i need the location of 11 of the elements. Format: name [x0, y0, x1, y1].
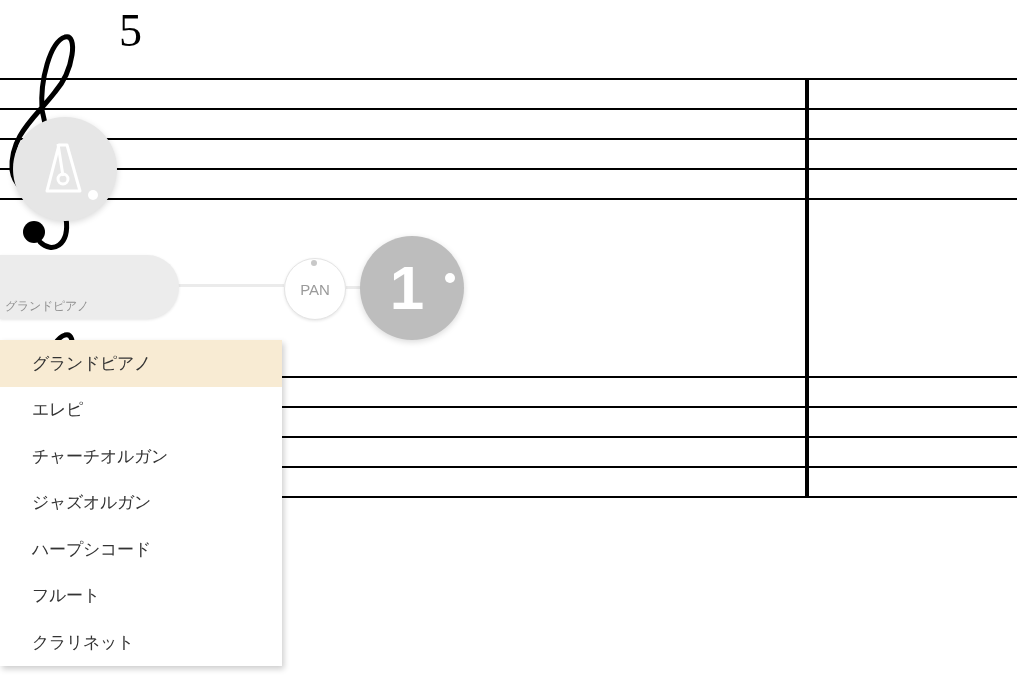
measure-number: 5: [119, 8, 142, 54]
metronome-button[interactable]: [13, 117, 117, 221]
menu-item[interactable]: グランドピアノ: [0, 340, 282, 387]
menu-item[interactable]: チャーチオルガン: [0, 433, 282, 480]
menu-item[interactable]: ハープシコード: [0, 526, 282, 573]
metronome-icon: [45, 143, 82, 193]
knob-marker-icon: [311, 260, 317, 266]
menu-item[interactable]: エレピ: [0, 386, 282, 433]
menu-item[interactable]: フルート: [0, 572, 282, 619]
menu-item[interactable]: クラリネット: [0, 619, 282, 666]
menu-item[interactable]: ジャズオルガン: [0, 479, 282, 526]
